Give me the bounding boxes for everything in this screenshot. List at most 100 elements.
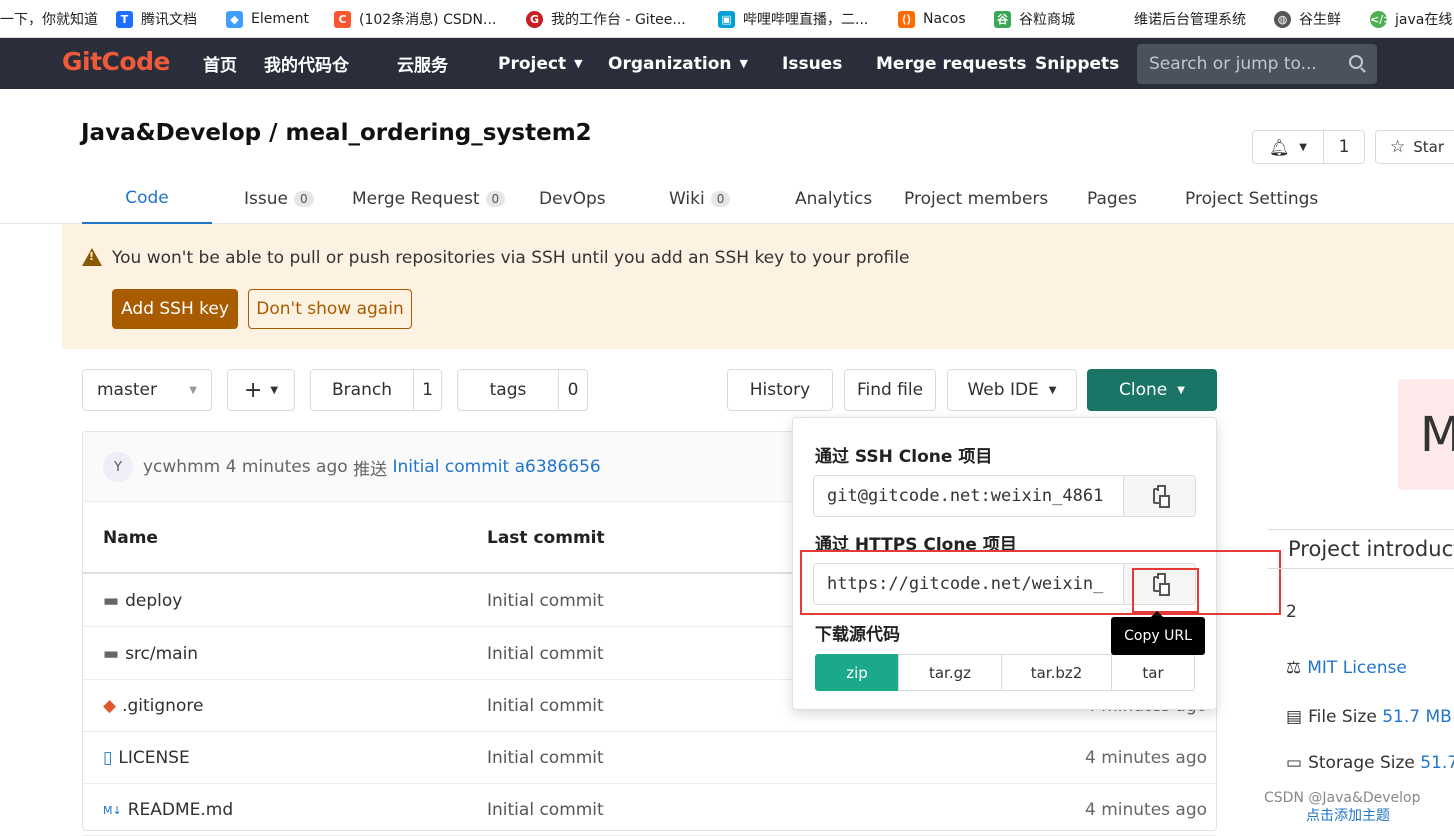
license-item[interactable]: ⚖ MIT License [1286, 658, 1407, 678]
count-badge: 0 [485, 191, 506, 207]
branch-button[interactable]: Branch [310, 369, 414, 411]
nav-organization[interactable]: Organization ▼ [608, 38, 748, 89]
csdn-watermark: CSDN @Java&Develop [1264, 790, 1421, 806]
count-badge: 0 [293, 191, 314, 207]
folder-icon: ▬ [103, 590, 120, 611]
tab-devops[interactable]: DevOps [539, 174, 606, 224]
storage-icon: ▭ [1286, 753, 1303, 773]
add-ssh-key-button[interactable]: Add SSH key [112, 289, 238, 329]
clipboard-icon [1153, 485, 1170, 508]
star-icon: ☆ [1390, 137, 1406, 157]
tags-button[interactable]: tags [457, 369, 559, 411]
find-file-button[interactable]: Find file [844, 369, 936, 411]
gitee-icon: G [526, 10, 543, 28]
nav-my-repos[interactable]: 我的代码仓 [264, 38, 349, 89]
bookmark-weinuo[interactable]: 维诺后台管理系统 [1134, 0, 1246, 38]
search-input[interactable]: Search or jump to... [1137, 44, 1377, 84]
storage-size-item: ▭ Storage Size 51.7 [1286, 753, 1454, 773]
nav-home[interactable]: 首页 [203, 38, 237, 89]
bookmark-gushengxian[interactable]: ◍ 谷生鲜 [1274, 0, 1341, 38]
branch-select[interactable]: master ▼ [82, 369, 212, 411]
file-size-icon: ▤ [1286, 707, 1303, 727]
project-tabs: Code Issue 0 Merge Request 0 DevOps Wiki 0 … [0, 174, 1454, 224]
bilibili-icon: ▣ [718, 10, 735, 28]
chevron-down-icon: ▼ [574, 57, 583, 70]
intro-section: Project introduct [1268, 529, 1454, 569]
bookmark-csdn[interactable]: C (102条消息) CSDN... [334, 0, 496, 38]
tab-code[interactable]: Code [82, 174, 212, 224]
add-menu-button[interactable]: + ▼ [227, 369, 295, 411]
nav-snippets[interactable]: Snippets [1035, 38, 1119, 89]
download-targz-button[interactable]: tar.gz [898, 654, 1002, 691]
table-row[interactable]: M↓ README.md Initial commit 4 minutes ago [83, 784, 1216, 836]
copy-url-tooltip: Copy URL [1111, 611, 1205, 655]
project-number: 2 [1286, 602, 1297, 622]
star-button[interactable]: ☆ Star [1375, 130, 1454, 164]
add-topic-link[interactable]: 点击添加主题 [1306, 805, 1390, 825]
element-icon: ◆ [226, 10, 243, 28]
warning-icon [82, 248, 102, 266]
table-row[interactable]: ▯ LICENSE Initial commit 4 minutes ago [83, 732, 1216, 784]
bell-icon: 🔔︎ [1268, 137, 1290, 157]
chevron-down-icon: ▼ [189, 384, 197, 396]
highlight-box-copy [1132, 568, 1199, 613]
tab-issue[interactable]: Issue 0 [244, 174, 314, 224]
nav-cloud-service[interactable]: 云服务 [397, 38, 448, 89]
java-online-icon: </> [1370, 10, 1393, 28]
clone-button[interactable]: Clone ▼ [1087, 369, 1217, 411]
git-icon: ◆ [103, 696, 117, 716]
folder-icon: ▬ [103, 643, 120, 664]
bookmark-nacos[interactable]: ⟨⟩ Nacos [898, 0, 966, 38]
globe-icon: ◍ [1274, 10, 1291, 28]
download-zip-button[interactable]: zip [815, 654, 899, 691]
nacos-icon: ⟨⟩ [898, 10, 915, 28]
bookmark-bilibili[interactable]: ▣ 哔哩哔哩直播，二... [718, 0, 868, 38]
tab-wiki[interactable]: Wiki 0 [669, 174, 731, 224]
plus-icon: + [243, 377, 263, 403]
download-tar-button[interactable]: tar [1111, 654, 1195, 691]
highlight-box-https [800, 550, 1281, 615]
commit-message[interactable]: Initial commit [392, 457, 509, 477]
copy-ssh-button[interactable] [1123, 476, 1195, 516]
tab-project-settings[interactable]: Project Settings [1185, 174, 1318, 224]
gitcode-logo[interactable]: GitCode [62, 47, 170, 76]
tab-merge-request[interactable]: Merge Request 0 [352, 174, 506, 224]
scale-icon: ⚖ [1286, 658, 1302, 678]
nav-project[interactable]: Project ▼ [498, 38, 583, 89]
tab-analytics[interactable]: Analytics [795, 174, 872, 224]
dont-show-again-button[interactable]: Don't show again [248, 289, 412, 329]
bookmark-element[interactable]: ◆ Element [226, 0, 309, 38]
tab-pages[interactable]: Pages [1087, 174, 1137, 224]
bookmark-baidu[interactable]: 一下，你就知道 [0, 0, 98, 38]
column-header-name: Name [103, 528, 158, 548]
ssh-key-alert: You won't be able to pull or push reposi… [62, 224, 1454, 349]
nav-merge-requests[interactable]: Merge requests [876, 38, 1027, 89]
nav-issues[interactable]: Issues [782, 38, 842, 89]
markdown-icon: M↓ [103, 803, 122, 817]
commit-time: 4 minutes ago [225, 457, 348, 477]
tencent-docs-icon: T [116, 10, 133, 28]
bookmark-guli[interactable]: 谷谷粒商城 [994, 0, 1075, 38]
file-icon: ▯ [103, 748, 113, 768]
project-avatar: M [1398, 379, 1454, 490]
bookmark-tencent-docs[interactable]: T 腾讯文档 [116, 0, 197, 38]
ssh-url-field[interactable]: git@gitcode.net:weixin_4861 [813, 475, 1196, 517]
commit-action: 推送 [353, 459, 388, 480]
notification-count: 1 [1323, 130, 1365, 164]
chevron-down-icon: ▼ [270, 384, 279, 396]
chevron-down-icon: ▼ [1048, 384, 1057, 396]
search-icon [1349, 55, 1363, 69]
commit-sha[interactable]: a6386656 [515, 457, 601, 477]
top-navbar: GitCode 首页 我的代码仓 云服务 Project ▼ Organizati… [0, 38, 1454, 89]
chevron-down-icon: ▼ [1299, 141, 1307, 153]
download-tarbz2-button[interactable]: tar.bz2 [1001, 654, 1112, 691]
commit-author[interactable]: ycwhmm [143, 457, 220, 477]
history-button[interactable]: History [727, 369, 833, 411]
tab-project-members[interactable]: Project members [904, 174, 1048, 224]
web-ide-button[interactable]: Web IDE ▼ [947, 369, 1077, 411]
notification-button[interactable]: 🔔︎ ▼ [1252, 130, 1324, 164]
branch-count: 1 [413, 369, 442, 411]
chevron-down-icon: ▼ [1177, 384, 1185, 396]
bookmark-java-online[interactable]: </> java在线 [1370, 0, 1452, 38]
bookmark-gitee[interactable]: G 我的工作台 - Gitee... [526, 0, 686, 38]
